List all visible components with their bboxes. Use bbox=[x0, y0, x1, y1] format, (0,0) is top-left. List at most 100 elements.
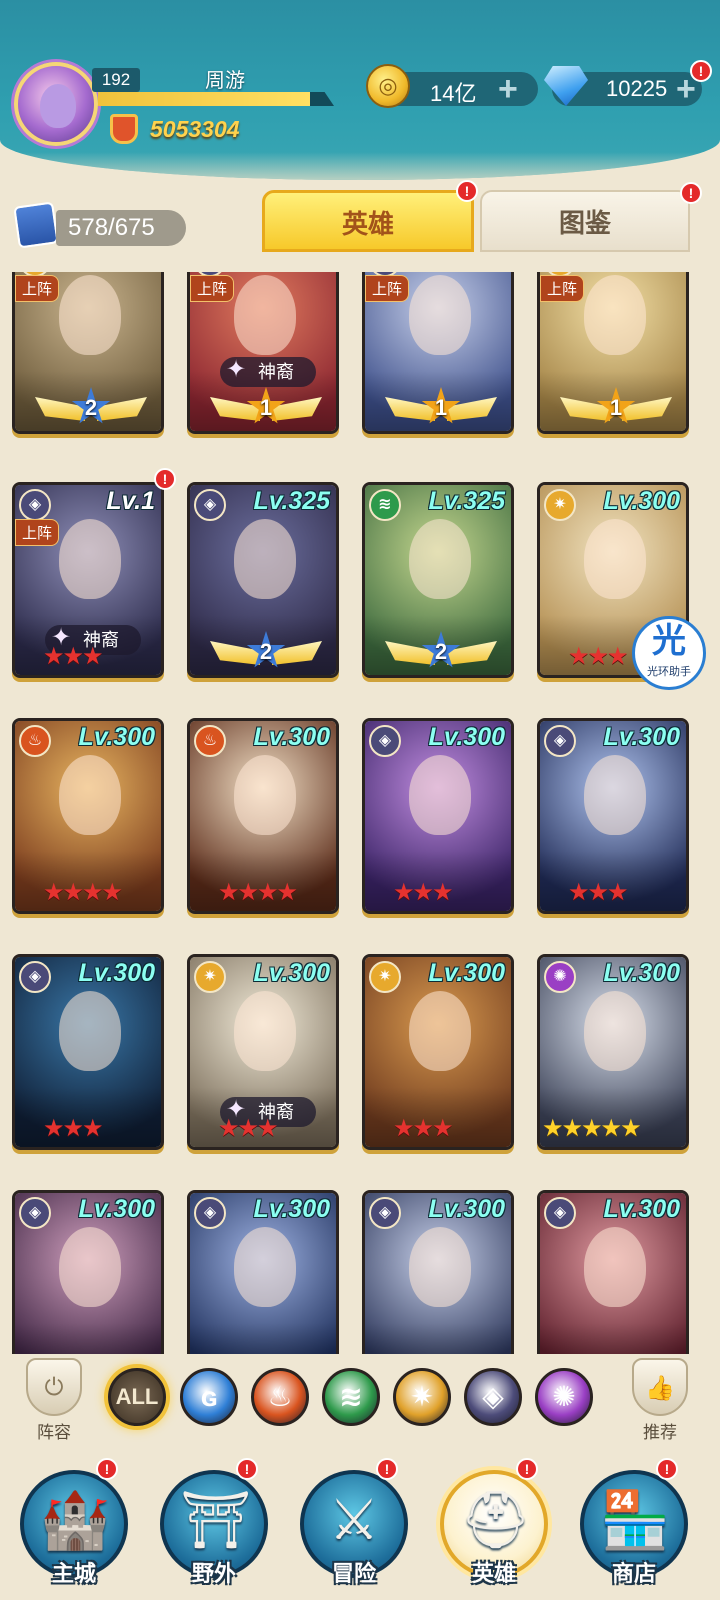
recommend-label: 推荐 bbox=[643, 1423, 677, 1442]
filter-void-icon[interactable]: ✺ bbox=[535, 1368, 593, 1426]
exp-bar bbox=[98, 92, 334, 106]
hero-card[interactable]: ✷Lv.300神裔★★★ bbox=[187, 954, 339, 1150]
nav-castle[interactable]: 🏰 主城! bbox=[12, 1458, 136, 1594]
nav-alert-badge: ! bbox=[236, 1458, 258, 1480]
hero-card[interactable]: ♨ Lv.300 ★★★★ bbox=[187, 718, 339, 914]
deployed-tag: 上阵 bbox=[190, 275, 235, 302]
hero-card[interactable]: ♨ Lv.300 ★★★★ bbox=[12, 718, 164, 914]
gem-amount: 10225 bbox=[606, 76, 668, 101]
hero-level: Lv.300 bbox=[603, 487, 680, 515]
wing-rank-number: 2 bbox=[259, 639, 273, 664]
hero-card[interactable]: ✷ Lv.300 ★★★ bbox=[362, 954, 514, 1150]
hero-face bbox=[234, 991, 296, 1071]
dark-element-icon: ◈ bbox=[19, 489, 51, 521]
hero-face bbox=[584, 991, 646, 1071]
hero-level: Lv.300 bbox=[428, 723, 505, 751]
wind-element-icon: ≋ bbox=[369, 489, 401, 521]
wing-rank-badge: 2 bbox=[210, 631, 322, 673]
player-avatar[interactable] bbox=[14, 62, 98, 146]
hero-card[interactable]: ◈Lv.1上阵神裔★★★ bbox=[12, 482, 164, 678]
nav-sword[interactable]: ⚔ 冒险! bbox=[292, 1458, 416, 1594]
hero-card[interactable]: ◈ Lv.325 2 bbox=[187, 482, 339, 678]
divine-tag: 神裔 bbox=[220, 355, 316, 387]
hero-face bbox=[59, 991, 121, 1071]
hero-face bbox=[59, 275, 121, 355]
wing-rank-number: 1 bbox=[434, 395, 448, 420]
hero-level: Lv.300 bbox=[253, 1195, 330, 1223]
wing-rank-badge: 1 bbox=[560, 387, 672, 429]
exp-bar-fill bbox=[98, 92, 311, 106]
hero-alert-badge: ! bbox=[154, 468, 176, 490]
light-element-icon: ✷ bbox=[194, 961, 226, 993]
nav-shop[interactable]: 🏪 商店! bbox=[572, 1458, 696, 1594]
hero-face bbox=[234, 519, 296, 599]
hero-card[interactable]: ◈ Lv.300 bbox=[12, 1190, 164, 1354]
filter-fire-icon[interactable]: ♨ bbox=[251, 1368, 309, 1426]
nav-alert-badge: ! bbox=[96, 1458, 118, 1480]
hero-cards-icon bbox=[13, 201, 59, 249]
wing-rank-number: 2 bbox=[434, 639, 448, 664]
hero-level: Lv.300 bbox=[428, 1195, 505, 1223]
halo-helper-button[interactable]: 光 光环助手 bbox=[632, 616, 706, 690]
light-element-icon: ✷ bbox=[544, 489, 576, 521]
nav-portal[interactable]: ⛩ 野外! bbox=[152, 1458, 276, 1594]
hero-card[interactable]: ◈ Lv.300 bbox=[187, 1190, 339, 1354]
hero-card[interactable]: ≋ Lv.325 2 bbox=[362, 482, 514, 678]
hero-card[interactable]: ◈ Lv.300 ★★★ bbox=[12, 954, 164, 1150]
tab-codex[interactable]: 图鉴 bbox=[480, 190, 690, 252]
hero-card[interactable]: ◈上阵神裔1 bbox=[187, 272, 339, 434]
filter-dark-icon[interactable]: ◈ bbox=[464, 1368, 522, 1426]
hero-face bbox=[584, 275, 646, 355]
tab-heroes[interactable]: 英雄 bbox=[262, 190, 474, 252]
hero-level: Lv.300 bbox=[253, 959, 330, 987]
nav-helmet[interactable]: ⛑ 英雄! bbox=[432, 1458, 556, 1594]
player-level: 192 bbox=[92, 68, 140, 92]
combat-power-icon bbox=[110, 114, 138, 144]
hero-card[interactable]: ◈ Lv.300 ★★★ bbox=[537, 718, 689, 914]
dark-element-icon: ◈ bbox=[19, 1197, 51, 1229]
hero-face bbox=[59, 519, 121, 599]
deployed-tag: 上阵 bbox=[15, 519, 60, 546]
tab-codex-alert-badge: ! bbox=[680, 182, 702, 204]
gold-amount: 14亿 bbox=[430, 81, 477, 106]
fire-element-icon: ♨ bbox=[19, 725, 51, 757]
star-rating: ★★★ bbox=[568, 879, 629, 906]
nav-alert-badge: ! bbox=[376, 1458, 398, 1480]
hero-card[interactable]: ✺ Lv.300 ★★★★★ bbox=[537, 954, 689, 1150]
dark-element-icon: ◈ bbox=[194, 489, 226, 521]
filter-light-icon[interactable]: ✷ bbox=[393, 1368, 451, 1426]
hero-face bbox=[59, 1227, 121, 1307]
deployed-tag: 上阵 bbox=[365, 275, 410, 302]
hero-card[interactable]: ◈上阵1 bbox=[362, 272, 514, 434]
filter-wind-icon[interactable]: ≋ bbox=[322, 1368, 380, 1426]
hero-face bbox=[234, 755, 296, 835]
filter-all-button[interactable]: ALL bbox=[108, 1368, 166, 1426]
bottom-nav: 🏰 主城! ⛩ 野外! ⚔ 冒险! ⛑ 英雄! 🏪 商店! bbox=[0, 1446, 720, 1600]
lineup-shield-icon: ⏻ bbox=[26, 1358, 82, 1416]
hero-face bbox=[409, 519, 471, 599]
hero-level: Lv.300 bbox=[603, 723, 680, 751]
hero-card[interactable]: ✷上阵1 bbox=[537, 272, 689, 434]
hero-card[interactable]: ◈ Lv.300 bbox=[362, 1190, 514, 1354]
gem-alert-badge: ! bbox=[690, 60, 712, 82]
lineup-button[interactable]: ⏻ 阵容 bbox=[22, 1358, 86, 1443]
hero-card[interactable]: ◈ Lv.300 ★★★ bbox=[362, 718, 514, 914]
star-rating: ★★★★ bbox=[43, 879, 123, 906]
hero-level: Lv.300 bbox=[78, 723, 155, 751]
recommend-button[interactable]: 👍 推荐 bbox=[628, 1358, 692, 1443]
shop-icon: 🏪 bbox=[600, 1488, 670, 1551]
hero-face bbox=[584, 755, 646, 835]
card-shade bbox=[365, 1323, 511, 1354]
wing-rank-badge: 2 bbox=[385, 631, 497, 673]
star-rating: ★★★ bbox=[218, 1115, 279, 1142]
deployed-tag: 上阵 bbox=[540, 275, 585, 302]
add-gold-button[interactable]: + bbox=[498, 70, 518, 109]
hero-level: Lv.300 bbox=[78, 1195, 155, 1223]
wing-rank-number: 1 bbox=[609, 395, 623, 420]
castle-icon: 🏰 bbox=[40, 1488, 110, 1551]
filter-water-icon[interactable]: ɢ bbox=[180, 1368, 238, 1426]
card-shade bbox=[15, 1323, 161, 1354]
lineup-label: 阵容 bbox=[37, 1423, 71, 1442]
hero-card[interactable]: ✷上阵2 bbox=[12, 272, 164, 434]
hero-card[interactable]: ◈ Lv.300 bbox=[537, 1190, 689, 1354]
